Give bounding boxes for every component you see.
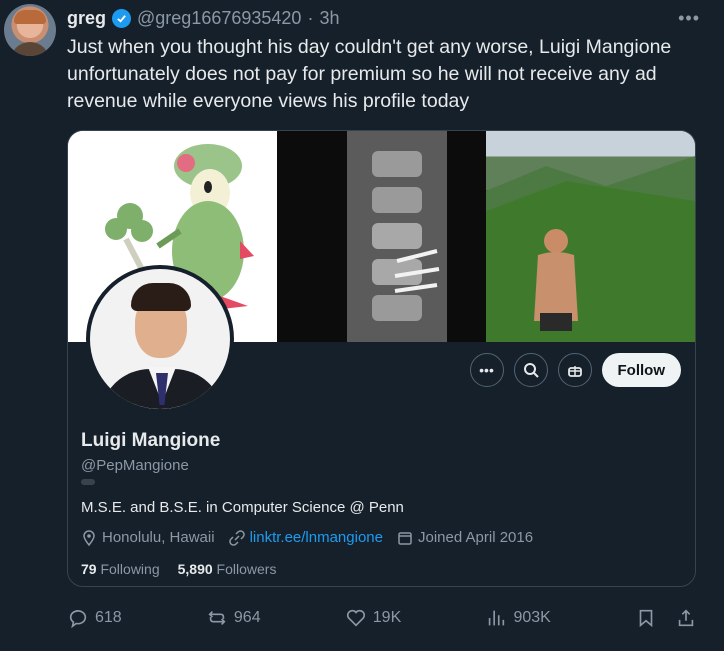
tweet-header: greg @greg16676935420 · 3h xyxy=(67,6,339,30)
location-icon xyxy=(83,529,95,546)
bookmark-icon xyxy=(639,609,653,628)
search-icon[interactable] xyxy=(513,353,548,387)
avatar-shirt xyxy=(10,42,50,56)
verified-badge-icon xyxy=(112,8,132,28)
like-count: 19K xyxy=(372,609,402,626)
profile-link[interactable]: linktr.ee/lnmangione xyxy=(228,529,383,546)
profile-photo-hair xyxy=(131,283,191,311)
gift-icon[interactable] xyxy=(557,353,592,387)
followers-number: 5,890 xyxy=(177,561,213,577)
profile-joined: Joined April 2016 xyxy=(397,529,533,546)
views-icon xyxy=(489,610,505,626)
location-text: Honolulu, Hawaii xyxy=(102,529,215,546)
separator-dot: · xyxy=(307,7,314,28)
share-icon xyxy=(678,609,694,627)
author-handle[interactable]: @greg16676935420 xyxy=(137,8,301,29)
reply-icon xyxy=(69,610,87,629)
following-count[interactable]: 79 Following xyxy=(81,561,160,577)
following-label: Following xyxy=(100,561,160,577)
repost-icon xyxy=(208,610,226,626)
profile-meta: Honolulu, Hawaii linktr.ee/lnmangione Jo… xyxy=(81,529,533,546)
profile-location: Honolulu, Hawaii xyxy=(81,529,215,546)
profile-name: Luigi Mangione xyxy=(81,430,221,451)
profile-actions: ••• Follow xyxy=(469,353,681,387)
profile-placeholder-pill xyxy=(81,479,95,485)
tweet-text: Just when you thought his day couldn't g… xyxy=(67,36,672,112)
followers-label: Followers xyxy=(216,561,277,577)
avatar-hair xyxy=(14,10,46,24)
follow-button[interactable]: Follow xyxy=(601,353,681,387)
bookmark-button[interactable] xyxy=(635,607,657,629)
profile-more-button[interactable]: ••• xyxy=(469,353,504,387)
author-name[interactable]: greg xyxy=(67,8,106,29)
profile-photo[interactable] xyxy=(86,265,234,413)
reply-count: 618 xyxy=(95,609,122,626)
author-avatar[interactable] xyxy=(4,4,56,56)
following-number: 79 xyxy=(81,561,97,577)
profile-card-image[interactable]: ••• Follow Luigi Mangione @PepMangione M… xyxy=(67,130,696,587)
tweet-more-button[interactable]: ••• xyxy=(678,8,700,29)
link-text[interactable]: linktr.ee/lnmangione xyxy=(250,529,383,546)
like-button[interactable]: 19K xyxy=(345,607,401,629)
profile-bio: M.S.E. and B.S.E. in Computer Science @ … xyxy=(81,499,404,516)
repost-count: 964 xyxy=(233,609,261,626)
link-icon xyxy=(228,529,245,546)
calendar-icon xyxy=(398,531,412,545)
share-button[interactable] xyxy=(675,607,697,629)
followers-count[interactable]: 5,890 Followers xyxy=(178,561,277,577)
repost-button[interactable]: 964 xyxy=(206,607,261,629)
banner-hiking-image xyxy=(486,131,695,342)
views-button[interactable]: 903K xyxy=(485,607,551,629)
view-count: 903K xyxy=(513,609,551,626)
joined-text: Joined April 2016 xyxy=(417,529,534,546)
profile-handle: @PepMangione xyxy=(81,457,189,474)
tweet-actions: 618 964 19K 903K xyxy=(67,604,697,632)
heart-icon xyxy=(346,609,365,627)
reply-button[interactable]: 618 xyxy=(67,607,122,629)
banner-xray-image xyxy=(277,131,486,342)
profile-stats: 79 Following 5,890 Followers xyxy=(81,561,276,577)
tweet-time[interactable]: 3h xyxy=(319,8,339,29)
